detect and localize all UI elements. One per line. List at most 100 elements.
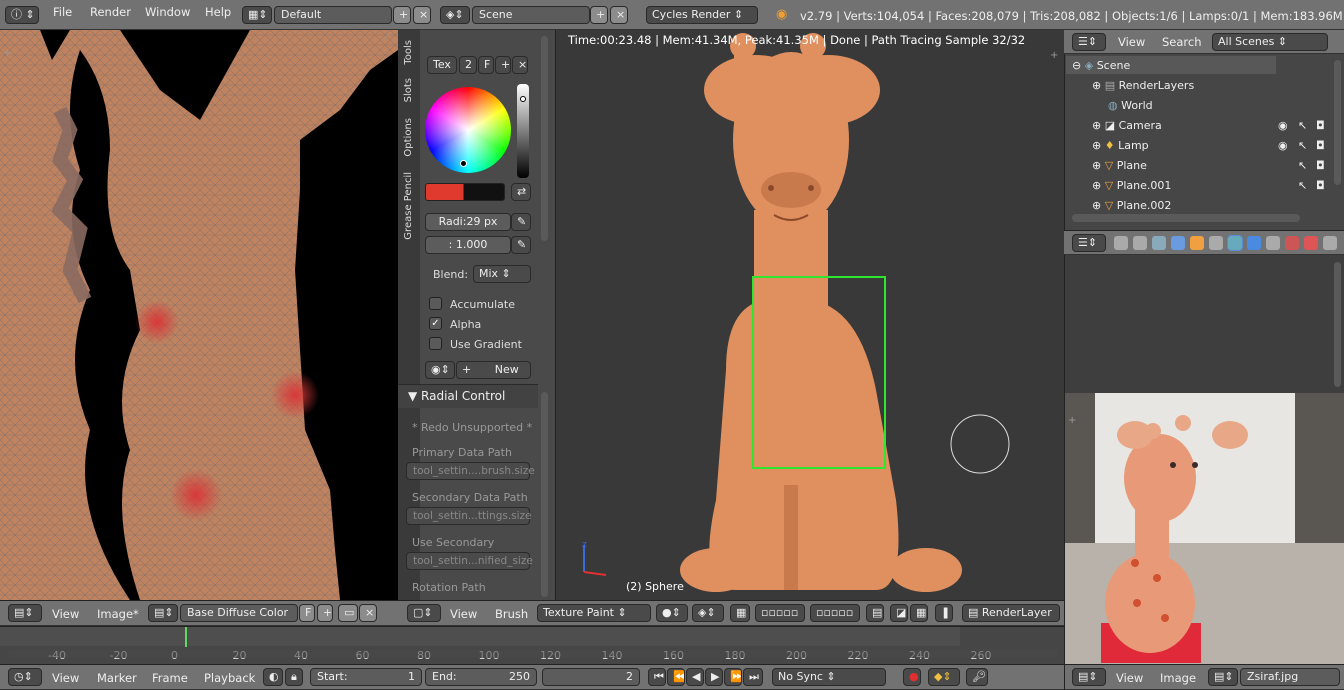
tab-options[interactable]: Options [403, 118, 414, 157]
tool-shelf-scrollbar[interactable] [541, 36, 548, 241]
select-cursor-icon[interactable]: ↖ [1298, 159, 1307, 172]
corner-split-icon[interactable]: ⟋ [383, 32, 390, 43]
image-new-button[interactable]: + [317, 604, 333, 622]
radius-field[interactable]: Radi:29 px [425, 213, 511, 231]
pivot-select[interactable]: ◈⇕ [692, 604, 724, 622]
secondary-data-path-field[interactable]: tool_settin...ttings.size [406, 507, 532, 525]
preview-range-button[interactable]: ◐ [263, 668, 283, 686]
select-cursor-icon[interactable]: ↖ [1298, 119, 1307, 132]
properties-tab-icon[interactable] [1114, 236, 1128, 250]
render-layer-select[interactable]: ▤ RenderLayer [962, 604, 1060, 622]
texture-remove-button[interactable]: × [512, 56, 528, 74]
tab-slots[interactable]: Slots [403, 78, 414, 102]
properties-tab-icon[interactable] [1152, 236, 1166, 250]
3d-viewport[interactable]: z + [556, 30, 1064, 600]
outliner-item-world[interactable]: ◍ World [1108, 99, 1153, 112]
properties-tab-icon[interactable] [1209, 236, 1223, 250]
palette-new-button[interactable]: + New [456, 361, 531, 379]
outliner-menu-search[interactable]: Search [1162, 35, 1202, 49]
properties-tab-icon[interactable] [1323, 236, 1337, 250]
texture-add-button[interactable]: + [495, 56, 511, 74]
menu-render[interactable]: Render [90, 5, 131, 19]
start-frame-field[interactable]: Start: 1 [310, 668, 422, 686]
outliner-hscrollbar[interactable] [1072, 214, 1300, 222]
use-gradient-checkbox[interactable] [429, 337, 442, 350]
radius-pressure-button[interactable]: ✎ [511, 213, 531, 231]
viewport-menu-brush[interactable]: Brush [495, 607, 528, 621]
layers-grid-b[interactable]: ▫▫▫▫▫ [810, 604, 860, 622]
timeline-menu-frame[interactable]: Frame [152, 671, 188, 685]
sync-select[interactable]: No Sync ⇕ [772, 668, 886, 686]
image-unlink-button[interactable]: × [359, 604, 377, 622]
image-fake-user-button[interactable]: F [299, 604, 315, 622]
shading-select[interactable]: ●⇕ [656, 604, 688, 622]
render-camera-icon[interactable]: ◘ [1316, 159, 1325, 172]
ref-image-name-field[interactable]: Zsiraf.jpg [1240, 668, 1340, 686]
render-camera-icon[interactable]: ◘ [1316, 119, 1325, 132]
current-frame-field[interactable]: 2 [542, 668, 640, 686]
render-engine-select[interactable]: Cycles Render ⇕ [646, 6, 758, 24]
outliner-item-plane-002[interactable]: ⊕ ▽ Plane.002 [1092, 199, 1171, 212]
menu-window[interactable]: Window [145, 5, 190, 19]
ref-editor-button[interactable]: ▤⇕ [1072, 668, 1106, 686]
layout-selector[interactable]: ▦⇕ [242, 6, 272, 24]
corner-plus-icon[interactable]: + [3, 48, 11, 59]
image-menu-view[interactable]: View [52, 607, 79, 621]
outliner-scrollbar[interactable] [1334, 60, 1341, 185]
lock-range-button[interactable]: 🔒︎ [285, 668, 303, 686]
jump-end-button[interactable]: ⏭ [743, 668, 763, 686]
outliner-editor-button[interactable]: ☰⇕ [1072, 33, 1106, 51]
image-browse-button[interactable]: ▤⇕ [148, 604, 178, 622]
mask-toggle-button[interactable]: ▦ [730, 604, 750, 622]
end-frame-field[interactable]: End: 250 [425, 668, 537, 686]
uv-image-canvas[interactable]: + ⟋ [0, 30, 398, 600]
lamp-visibility-eye-icon[interactable]: ◉ [1278, 139, 1288, 152]
outliner-filter-select[interactable]: All Scenes ⇕ [1212, 33, 1328, 51]
render-camera-icon[interactable]: ◘ [1316, 139, 1325, 152]
timeline-menu-view[interactable]: View [52, 671, 79, 685]
layout-close-button[interactable]: × [413, 6, 431, 24]
scene-close-button[interactable]: × [610, 6, 628, 24]
timeline-menu-playback[interactable]: Playback [204, 671, 255, 685]
viewport-menu-view[interactable]: View [450, 607, 477, 621]
image-menu-image[interactable]: Image* [97, 607, 139, 621]
properties-tab-icon[interactable] [1247, 236, 1261, 250]
radial-panel-scrollbar[interactable] [541, 392, 548, 597]
ref-corner-plus-icon[interactable]: + [1068, 415, 1076, 426]
primary-data-path-field[interactable]: tool_settin....brush.size [406, 462, 535, 480]
strength-pressure-button[interactable]: ✎ [511, 236, 531, 254]
opengl-anim-button[interactable]: ▦ [910, 604, 928, 622]
layout-name[interactable]: Default [274, 6, 392, 24]
use-secondary-field[interactable]: tool_settin...nified_size [406, 552, 533, 570]
strength-field[interactable]: : 1.000 [425, 236, 511, 254]
color-wheel[interactable] [425, 87, 511, 173]
properties-tab-icon[interactable] [1190, 236, 1204, 250]
properties-tab-icon[interactable] [1171, 236, 1185, 250]
texture-tex-button[interactable]: Tex [427, 56, 457, 74]
properties-tab-icon[interactable] [1227, 235, 1243, 251]
jump-start-button[interactable]: ⏮ [648, 668, 666, 686]
properties-tab-icon[interactable] [1133, 236, 1147, 250]
image-open-button[interactable]: ▭ [338, 604, 358, 622]
ref-menu-view[interactable]: View [1116, 671, 1143, 685]
timeline-current-frame-line[interactable] [185, 627, 187, 647]
record-button[interactable]: ● [903, 668, 921, 686]
opengl-render-button[interactable]: ◪ [890, 604, 908, 622]
properties-tab-icon[interactable] [1266, 236, 1280, 250]
info-editor-button[interactable]: ⓘ ⇕ [5, 6, 39, 24]
image-name-field[interactable]: Base Diffuse Color [180, 604, 298, 622]
outliner-item-renderlayers[interactable]: ⊕ ▤ RenderLayers [1092, 79, 1194, 92]
lock-layer-button[interactable]: ▤ [866, 604, 884, 622]
timeline-editor-button[interactable]: ◷⇕ [8, 668, 42, 686]
color-wheel-cursor[interactable] [460, 160, 467, 167]
outliner-item-plane-001[interactable]: ⊕ ▽ Plane.001 [1092, 179, 1171, 192]
image-editor-type-button[interactable]: ▤⇕ [8, 604, 42, 622]
tab-grease-pencil[interactable]: Grease Pencil [403, 172, 414, 240]
scene-add-button[interactable]: + [590, 6, 608, 24]
properties-tab-icon[interactable] [1285, 236, 1299, 250]
reference-image-area[interactable]: + [1064, 393, 1344, 665]
timeline-menu-marker[interactable]: Marker [97, 671, 137, 685]
pause-render-button[interactable]: ❚❚ [935, 604, 953, 622]
menu-help[interactable]: Help [205, 5, 231, 19]
render-camera-icon[interactable]: ◘ [1316, 179, 1325, 192]
